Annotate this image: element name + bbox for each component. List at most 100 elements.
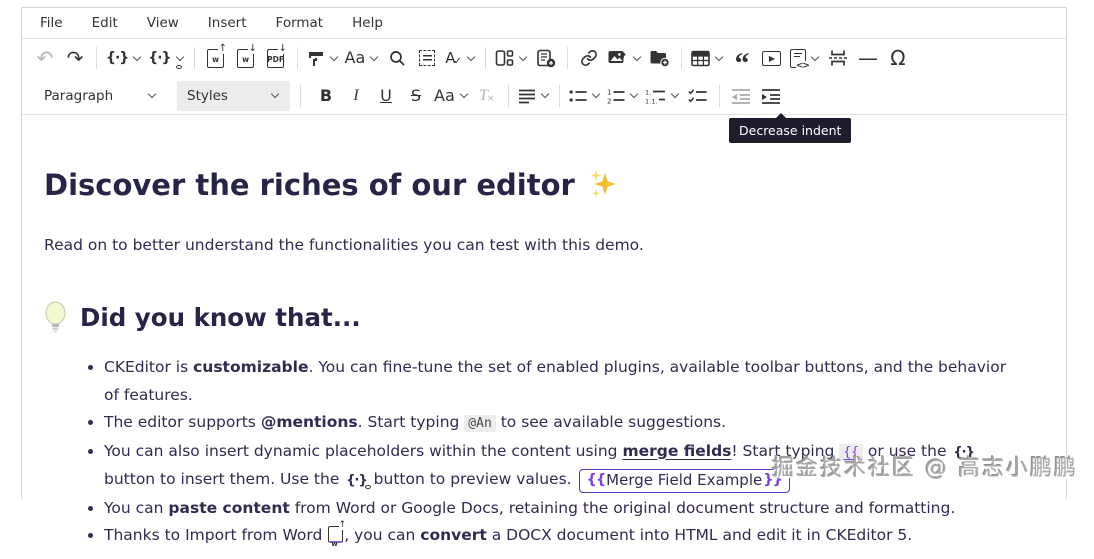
chevron-down-icon: [329, 52, 338, 61]
toolbar-separator: [96, 47, 97, 69]
special-characters-button[interactable]: Ω: [883, 43, 913, 73]
decrease-indent-button[interactable]: [726, 81, 756, 111]
chevron-down-icon: [466, 52, 476, 61]
preview-merge-fields-button[interactable]: {·}: [145, 43, 187, 73]
insert-table-button[interactable]: [688, 43, 727, 73]
document-title-text: Discover the riches of our editor: [44, 168, 575, 202]
spell-check-button[interactable]: A ✓: [442, 43, 479, 73]
omega-icon: Ω: [890, 46, 906, 70]
styles-select[interactable]: Styles: [177, 80, 290, 111]
redo-button[interactable]: ↷: [60, 43, 90, 73]
svg-text:1: 1: [607, 88, 611, 96]
chevron-down-icon: [591, 89, 600, 99]
merge-field-preview-icon: {·}: [344, 473, 371, 489]
text-alignment-button[interactable]: [515, 81, 553, 111]
italic-icon: I: [353, 86, 359, 104]
paint-roller-icon: [308, 52, 323, 66]
merge-field-preview-icon: {·}: [148, 50, 171, 66]
page-break-button[interactable]: [823, 43, 853, 73]
increase-indent-icon: [761, 88, 780, 104]
chevron-down-icon: [459, 89, 468, 99]
undo-button[interactable]: ↶: [30, 43, 60, 73]
select-all-button[interactable]: [412, 43, 442, 73]
arrow-down-icon: ↓: [247, 42, 259, 54]
merge-field-label: Merge Field Example: [606, 471, 763, 489]
italic-button[interactable]: I: [341, 81, 371, 111]
numbered-list-button[interactable]: 12: [604, 81, 642, 111]
link-button[interactable]: [574, 43, 604, 73]
watermark: 掘金技术社区 @ 高志小鹏鹏: [772, 456, 1078, 481]
underline-icon: U: [380, 85, 392, 105]
bulleted-list-icon: [569, 89, 587, 102]
toolbar-separator: [296, 47, 298, 69]
bulleted-list-button[interactable]: [566, 81, 604, 111]
chevron-down-icon: [370, 52, 379, 61]
export-word-icon: w ↓: [237, 43, 259, 68]
template-icon: [537, 49, 556, 67]
svg-text:1.1.: 1.1.: [645, 97, 657, 104]
chevron-down-icon: [270, 89, 280, 99]
eye-icon: [175, 65, 182, 69]
horizontal-line-icon: —: [857, 46, 878, 70]
tooltip-arrow: [775, 113, 787, 119]
menu-file[interactable]: File: [40, 15, 63, 31]
format-painter-button[interactable]: [304, 43, 342, 73]
menu-insert[interactable]: Insert: [208, 15, 247, 31]
menu-view[interactable]: View: [147, 15, 179, 31]
paragraph-style-select[interactable]: Paragraph: [34, 81, 167, 111]
link-icon: [581, 50, 597, 66]
chevron-down-icon: [540, 89, 549, 99]
arrow-up-icon: ↑: [338, 520, 347, 530]
remove-format-button[interactable]: T ×: [472, 81, 502, 111]
merge-fields-link[interactable]: merge fields: [622, 442, 731, 460]
block-quote-button[interactable]: “: [727, 43, 757, 79]
todo-list-button[interactable]: [683, 81, 713, 111]
insert-media-button[interactable]: ▶: [757, 43, 787, 73]
editor-content[interactable]: Discover the riches of our editor Read o…: [22, 167, 1066, 550]
chevron-down-icon: [632, 52, 642, 61]
font-size-button[interactable]: Aa: [431, 81, 472, 111]
toolbar-separator: [484, 47, 486, 69]
html-embed-button[interactable]: <>: [787, 43, 823, 73]
page-break-icon: [828, 50, 847, 66]
menu-format[interactable]: Format: [276, 15, 324, 31]
merge-field-widget[interactable]: {{Merge Field Example}}: [578, 468, 790, 493]
export-pdf-icon: PDF ↓: [267, 43, 289, 68]
find-replace-icon: [390, 50, 405, 66]
find-replace-button[interactable]: [382, 43, 412, 73]
strikethrough-button[interactable]: S: [401, 81, 431, 111]
font-size-icon: Aa: [434, 85, 455, 105]
case-change-button[interactable]: Aa: [342, 43, 383, 73]
toolbar-separator: [680, 47, 682, 69]
import-word-button[interactable]: w ↑: [201, 43, 231, 73]
case-change-icon: Aa: [344, 48, 366, 67]
insert-image-button[interactable]: [604, 43, 645, 73]
eye-icon: [364, 485, 371, 489]
multilevel-list-button[interactable]: 1. 1.1.: [642, 81, 683, 111]
bold-button[interactable]: B: [311, 81, 341, 111]
export-pdf-button[interactable]: PDF ↓: [261, 43, 291, 73]
toolbar-separator: [566, 47, 568, 69]
multilevel-list-icon: 1.1.1.: [645, 88, 665, 104]
svg-text:1.: 1.: [645, 88, 651, 96]
horizontal-line-button[interactable]: —: [853, 43, 883, 73]
image-icon: [608, 51, 626, 63]
menu-edit[interactable]: Edit: [92, 15, 118, 31]
merge-field-icon: {·}: [106, 50, 129, 66]
tooltip-text: Decrease indent: [739, 123, 842, 138]
chevron-down-icon: [670, 89, 679, 99]
export-word-button[interactable]: w ↓: [231, 43, 261, 73]
toolbar-separator: [300, 84, 301, 107]
file-manager-button[interactable]: [645, 43, 675, 73]
styles-value: Styles: [187, 87, 228, 104]
import-word-inline-icon[interactable]: w ↑: [328, 521, 347, 548]
align-justify-icon: [518, 89, 535, 103]
increase-indent-button[interactable]: [756, 81, 786, 111]
multi-column-button[interactable]: [492, 43, 531, 73]
menu-help[interactable]: Help: [352, 15, 383, 31]
toolbar-separator: [558, 84, 560, 107]
table-icon: [691, 50, 710, 66]
insert-merge-field-button[interactable]: {·}: [103, 43, 145, 73]
underline-button[interactable]: U: [371, 81, 401, 111]
insert-template-button[interactable]: [531, 43, 561, 73]
